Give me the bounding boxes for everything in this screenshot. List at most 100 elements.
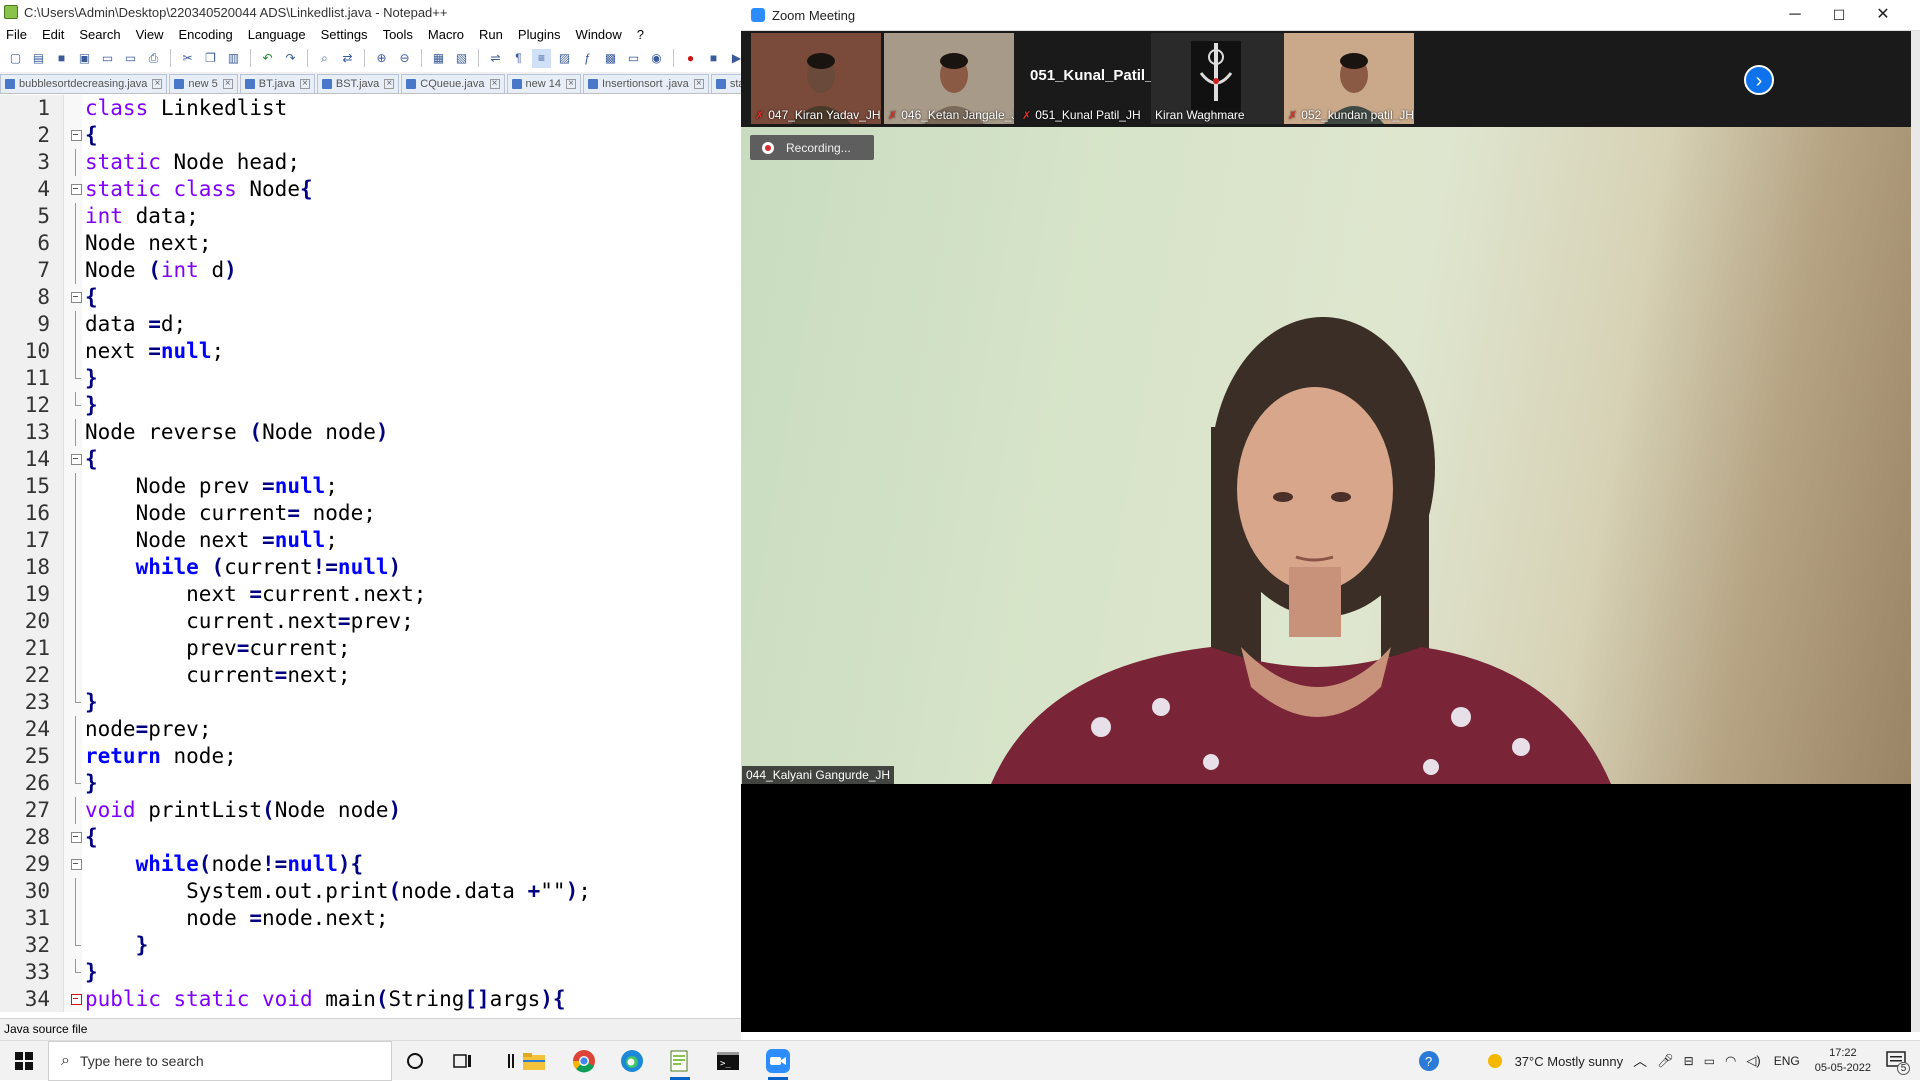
code-line[interactable]: 15 Node prev =null; [0,473,741,500]
doc-map-icon[interactable]: ▨ [555,49,574,68]
command-prompt-icon[interactable]: >_ [706,1045,750,1077]
menu-item[interactable]: Macro [428,27,464,42]
code-line[interactable]: 13 Node reverse (Node node) [0,419,741,446]
code-line[interactable]: 34 public static void main(String[]args){ [0,986,741,1012]
menu-item[interactable]: Plugins [518,27,561,42]
function-list-icon[interactable]: ƒ [578,49,597,68]
next-page-arrow-icon[interactable]: › [1744,65,1774,95]
participant-tile[interactable]: ✗ 052_kundan patil_JH [1284,33,1414,124]
file-tab[interactable]: Insertionsort .java × [582,74,709,93]
language-indicator[interactable]: ENG [1774,1054,1800,1068]
show-all-chars-icon[interactable]: ¶ [509,49,528,68]
word-wrap-icon[interactable]: ⇌ [486,49,505,68]
weather-label[interactable]: 37°C Mostly sunny [1515,1054,1624,1069]
code-line[interactable]: 18 while (current!=null) [0,554,741,581]
menu-item[interactable]: Window [576,27,622,42]
code-line[interactable]: 17 Node next =null; [0,527,741,554]
zoom-taskbar-icon[interactable] [756,1045,800,1080]
notepad-plus-plus-taskbar-icon[interactable] [658,1045,702,1080]
file-tab[interactable]: new 14 × [506,74,581,93]
menu-item[interactable]: ? [637,27,644,42]
code-content[interactable]: 1 class Linkedlist 2{3 static Node head; 4st… [0,95,741,1012]
code-line[interactable]: 5 int data; [0,203,741,230]
participant-tile[interactable]: 051_Kunal_Patil_... ✗051_Kunal Patil_JH [1018,33,1151,124]
fold-toggle-icon[interactable] [68,986,82,1012]
code-line[interactable]: 3 static Node head; [0,149,741,176]
menu-item[interactable]: Search [79,27,120,42]
tab-close-icon[interactable]: × [152,79,163,89]
weather-icon[interactable] [1485,1051,1505,1071]
code-line[interactable]: 4 static class Node{ [0,176,741,203]
code-line[interactable]: 23} [0,689,741,716]
code-line[interactable]: 29 while(node!=null){ [0,851,741,878]
close-all-icon[interactable]: ▭ [121,49,140,68]
taskbar-search-box[interactable]: ⌕ Type here to search [48,1041,392,1081]
code-line[interactable]: 24 node=prev; [0,716,741,743]
volume-icon[interactable]: ◁) [1746,1053,1760,1069]
code-line[interactable]: 22 current=next; [0,662,741,689]
replace-icon[interactable]: ⇄ [338,49,357,68]
indent-guide-icon[interactable]: ≡ [532,48,551,68]
monitoring-icon[interactable]: ◉ [647,49,666,68]
notification-center-icon[interactable]: 5 [1886,1051,1910,1075]
maximize-icon[interactable]: ☐ [1817,4,1861,26]
wifi-icon[interactable]: ◠ [1725,1053,1736,1069]
code-line[interactable]: 9 data =d; [0,311,741,338]
code-line[interactable]: 33} [0,959,741,986]
code-line[interactable]: 14 { [0,446,741,473]
fold-toggle-icon[interactable] [68,122,82,149]
code-line[interactable]: 12} [0,392,741,419]
document-list-icon[interactable]: ▭ [624,49,643,68]
tab-close-icon[interactable]: × [384,79,395,89]
code-line[interactable]: 7 Node (int d) [0,257,741,284]
tab-close-icon[interactable]: × [222,79,233,89]
undo-icon[interactable]: ↶ [258,49,277,68]
chevron-up-icon[interactable]: ︿ [1633,1051,1647,1071]
minimize-icon[interactable]: ─ [1773,4,1817,26]
folder-workspace-icon[interactable]: ▩ [601,49,620,68]
redo-icon[interactable]: ↷ [281,49,300,68]
tab-close-icon[interactable]: × [693,79,704,89]
fold-toggle-icon[interactable] [68,446,82,473]
participant-tile[interactable]: ✗ 046_Ketan Jangale_JH [884,33,1014,124]
menu-item[interactable]: Language [248,27,306,42]
code-line[interactable]: 26} [0,770,741,797]
code-line[interactable]: 10 next =null; [0,338,741,365]
clock[interactable]: 17:22 05-05-2022 [1815,1046,1871,1076]
sync-horizontal-icon[interactable]: ▧ [452,49,471,68]
copy-icon[interactable]: ❐ [201,49,220,68]
file-tab[interactable]: bubblesortdecreasing.java × [0,74,168,93]
code-line[interactable]: 20 current.next=prev; [0,608,741,635]
code-line[interactable]: 31 node =node.next; [0,905,741,932]
file-tab[interactable]: BST.java × [316,74,400,93]
edge-icon[interactable] [610,1045,654,1077]
fold-toggle-icon[interactable] [68,851,82,878]
code-line[interactable]: 2{ [0,122,741,149]
menu-item[interactable]: Tools [383,27,413,42]
code-line[interactable]: 6 Node next; [0,230,741,257]
fold-toggle-icon[interactable] [68,284,82,311]
tab-close-icon[interactable]: × [299,79,310,89]
save-all-icon[interactable]: ▣ [75,49,94,68]
code-editor[interactable]: 1 class Linkedlist 2{3 static Node head; 4st… [0,95,741,1012]
start-button[interactable] [0,1041,48,1081]
file-tab[interactable]: BT.java × [239,74,315,93]
task-view-icon[interactable] [441,1045,485,1077]
close-file-icon[interactable]: ▭ [98,49,117,68]
menu-item[interactable]: Run [479,27,503,42]
help-icon[interactable]: ? [1418,1050,1440,1072]
file-explorer-icon[interactable] [512,1045,556,1077]
tab-close-icon[interactable]: × [489,79,500,89]
menu-item[interactable]: Edit [42,27,64,42]
cut-icon[interactable]: ✂ [178,49,197,68]
file-tab[interactable]: new 5 × [169,74,238,93]
fold-toggle-icon[interactable] [68,824,82,851]
code-line[interactable]: 16 Node current= node; [0,500,741,527]
open-file-icon[interactable]: ▤ [29,49,48,68]
active-speaker-video[interactable]: Recording... 044_Kalyani Gangurde_JH [741,127,1911,784]
code-line[interactable]: 25 return node; [0,743,741,770]
file-tab[interactable]: stack [710,74,741,93]
code-line[interactable]: 8{ [0,284,741,311]
menu-item[interactable]: Settings [321,27,368,42]
code-line[interactable]: 19 next =current.next; [0,581,741,608]
